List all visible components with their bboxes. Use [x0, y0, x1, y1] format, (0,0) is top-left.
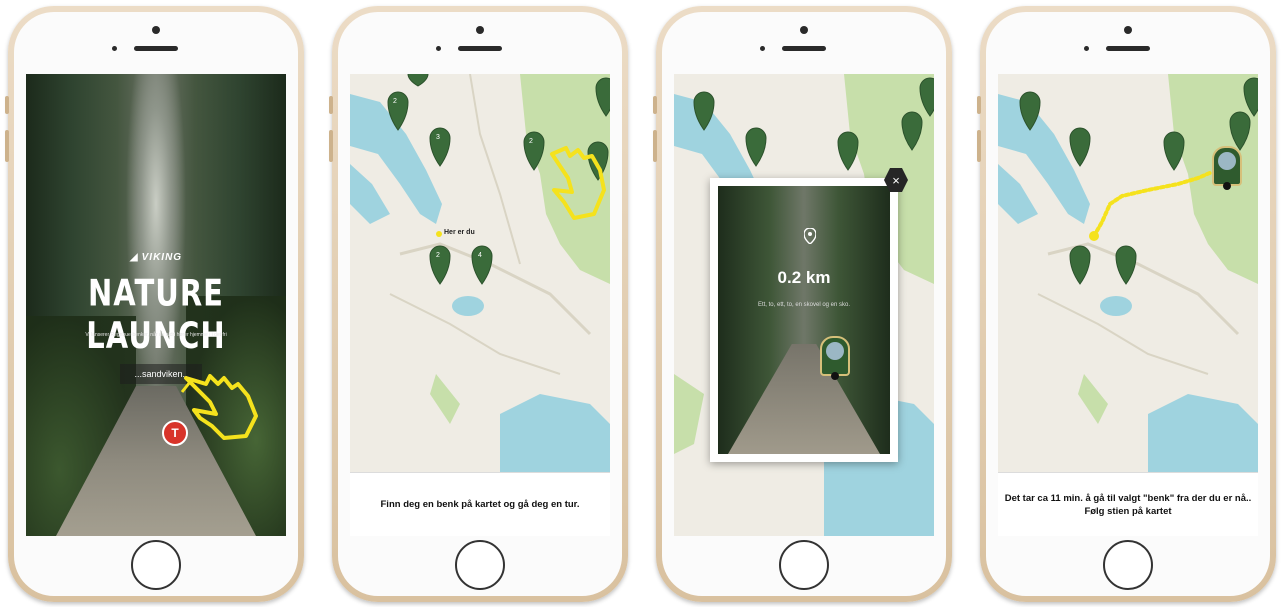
app-title: NATURE LAUNCH [86, 271, 226, 357]
home-button[interactable] [131, 540, 181, 590]
brand-name: VIKING [141, 252, 183, 263]
volume-up-button [5, 130, 9, 162]
home-button[interactable] [779, 540, 829, 590]
route-caption: Det tar ca 11 min. å gå til valgt "benk"… [998, 472, 1258, 536]
mute-switch [329, 96, 333, 114]
bench-marker-icon[interactable] [820, 336, 850, 380]
instruction-caption: Finn deg en benk på kartet og gå deg en … [350, 472, 610, 536]
mute-switch [653, 96, 657, 114]
current-location-dot [436, 231, 442, 237]
earpiece-speaker [458, 46, 502, 51]
mute-switch [5, 96, 9, 114]
map-screen: 2 3 2 2 4 Her er du Finn deg en benk på … [350, 74, 610, 536]
pointing-hand-icon [180, 374, 258, 440]
selected-bench-marker-icon[interactable] [1212, 146, 1242, 190]
marker-label: 2 [436, 252, 440, 259]
proximity-sensor [760, 46, 765, 51]
map[interactable] [998, 74, 1258, 474]
home-button[interactable] [1103, 540, 1153, 590]
current-location-label: Her er du [444, 229, 475, 236]
phone-frame-1: ◢ VIKING NATURE LAUNCH Vi lanserer Regnbu… [5, 6, 304, 602]
earpiece-speaker [1106, 46, 1150, 51]
home-button[interactable] [455, 540, 505, 590]
front-camera [476, 26, 484, 34]
distance-value: 0.2 km [777, 268, 831, 287]
app-subtitle: Vi lanserer Regnbue-benker, når du aldri… [85, 332, 227, 338]
brand-logo: ◢ VIKING [26, 252, 286, 263]
proximity-sensor [436, 46, 441, 51]
front-camera [152, 26, 160, 34]
pointing-hand-icon [550, 146, 606, 220]
phone-frame-4: Det tar ca 11 min. å gå til valgt "benk"… [977, 6, 1276, 602]
volume-up-button [653, 130, 657, 162]
viking-wing-icon: ◢ [129, 252, 139, 263]
phone-frame-3: 0.2 km Ett, to, ett, to, en skovel og en… [653, 6, 952, 602]
launch-screen: ◢ VIKING NATURE LAUNCH Vi lanserer Regnbu… [26, 74, 286, 536]
earpiece-speaker [134, 46, 178, 51]
route-screen: Det tar ca 11 min. å gå til valgt "benk"… [998, 74, 1258, 536]
marker-label: 2 [393, 98, 397, 105]
transit-logo: T [162, 420, 188, 446]
bench-detail-popup: 0.2 km Ett, to, ett, to, en skovel og en… [710, 178, 898, 462]
marker-label: 2 [529, 138, 533, 145]
bench-markers[interactable] [350, 74, 610, 474]
proximity-sensor [1084, 46, 1089, 51]
front-camera [800, 26, 808, 34]
phone-frame-2: 2 3 2 2 4 Her er du Finn deg en benk på … [329, 6, 628, 602]
bench-photo: 0.2 km Ett, to, ett, to, en skovel og en… [718, 186, 890, 454]
marker-label: 3 [436, 134, 440, 141]
proximity-sensor [112, 46, 117, 51]
volume-up-button [977, 130, 981, 162]
front-camera [1124, 26, 1132, 34]
map-detail-screen: 0.2 km Ett, to, ett, to, en skovel og en… [674, 74, 934, 536]
bench-description: Ett, to, ett, to, en skovel og en sko. [757, 302, 851, 308]
earpiece-speaker [782, 46, 826, 51]
volume-up-button [329, 130, 333, 162]
map-pin-icon [804, 228, 816, 244]
marker-label: 4 [478, 252, 482, 259]
mute-switch [977, 96, 981, 114]
